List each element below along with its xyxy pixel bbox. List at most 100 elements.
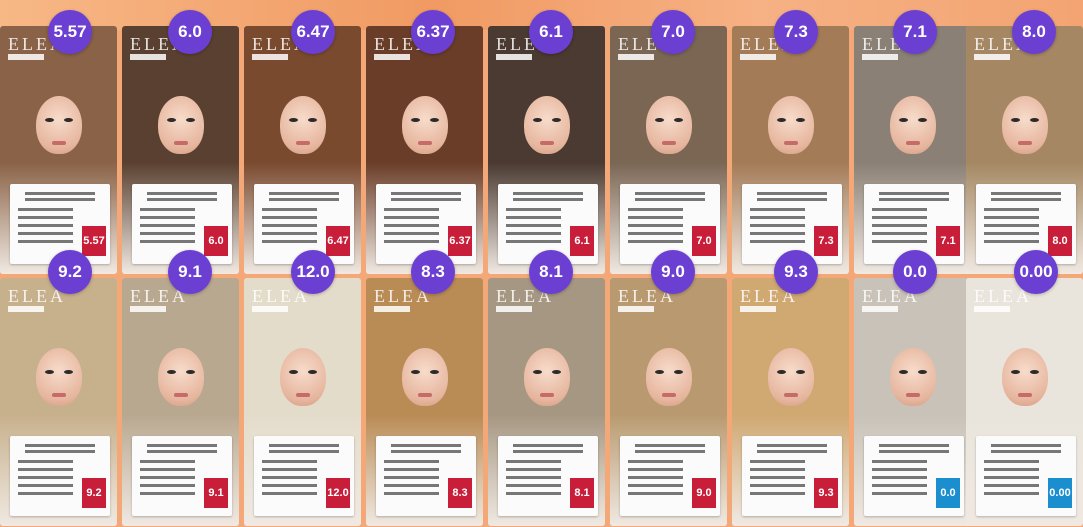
info-text-line [513,450,583,453]
shade-badge: 7.3 [774,10,818,54]
model-eye [898,370,908,374]
info-text-line [384,216,439,219]
info-text-line [635,450,705,453]
brand-sublabel [740,54,776,60]
model-face [767,96,814,154]
shade-swatch: 12.0 [326,478,350,508]
brand-sublabel [862,306,898,312]
model-eye [532,370,542,374]
model-lips [783,141,798,145]
shade-badge: 6.0 [168,10,212,54]
shade-swatch: 7.3 [814,226,838,256]
info-text-line [269,444,339,447]
info-text-line [140,240,195,243]
shade-badge: 6.1 [529,10,573,54]
brand-sublabel [618,306,654,312]
product-box-12.0[interactable]: ELEA 12.0 [244,278,361,526]
info-text-line [25,444,95,447]
info-text-line [18,208,73,211]
product-box-8.1[interactable]: ELEA 8.1 [488,278,605,526]
shade-badge: 8.3 [411,250,455,294]
product-box-7.1[interactable]: ELEA 7.1 [854,26,971,274]
product-box-6.0[interactable]: ELEA 6.0 [122,26,239,274]
info-text-line [750,224,805,227]
model-eye [673,118,683,122]
info-text-line [391,198,461,201]
model-face [35,348,82,406]
model-eye [1010,370,1020,374]
model-lips [539,393,554,397]
shade-swatch: 6.37 [448,226,472,256]
shade-badge: 9.3 [774,250,818,294]
info-text-line [628,468,683,471]
shade-badge: 12.0 [291,250,335,294]
model-lips [539,141,554,145]
info-text-line [984,224,1039,227]
info-text-line [140,476,195,479]
product-box-7.0[interactable]: ELEA 7.0 [610,26,727,274]
info-text-line [750,460,805,463]
shade-swatch: 9.3 [814,478,838,508]
info-text-line [140,468,195,471]
model-eye [63,118,73,122]
shade-badge: 6.47 [291,10,335,54]
product-box-6.1[interactable]: ELEA 6.1 [488,26,605,274]
model-eye [288,370,298,374]
product-box-5.57[interactable]: ELEA 5.57 [0,26,117,274]
shade-badge: 9.0 [651,250,695,294]
product-box-0.00[interactable]: ELEA 0.00 [966,278,1083,526]
shade-swatch: 7.1 [936,226,960,256]
shade-swatch: 0.0 [936,478,960,508]
shade-badge: 8.0 [1012,10,1056,54]
product-box-8.3[interactable]: ELEA 8.3 [366,278,483,526]
model-lips [1017,141,1032,145]
model-lips [661,141,676,145]
product-box-9.2[interactable]: ELEA 9.2 [0,278,117,526]
info-text-line [984,476,1039,479]
info-text-line [513,192,583,195]
brand-sublabel [374,306,410,312]
shade-badge: 7.0 [651,10,695,54]
info-text-line [506,232,561,235]
model-lips [173,141,188,145]
info-text-line [628,240,683,243]
info-text-line [984,460,1039,463]
model-eye [429,118,439,122]
info-text-line [140,492,195,495]
shade-swatch: 6.47 [326,226,350,256]
info-text-line [140,232,195,235]
brand-sublabel [974,306,1010,312]
model-face [401,348,448,406]
product-info-card: 9.2 [10,436,110,516]
info-text-line [872,216,927,219]
model-face [279,348,326,406]
model-lips [295,393,310,397]
product-box-0.0[interactable]: ELEA 0.0 [854,278,971,526]
info-text-line [984,232,1039,235]
info-text-line [384,484,439,487]
info-text-line [506,492,561,495]
model-eye [185,370,195,374]
info-text-line [269,450,339,453]
info-text-line [872,476,927,479]
brand-sublabel [252,306,288,312]
product-box-7.3[interactable]: ELEA 7.3 [732,26,849,274]
model-eye [63,370,73,374]
info-text-line [872,492,927,495]
product-box-9.3[interactable]: ELEA 9.3 [732,278,849,526]
info-text-line [147,444,217,447]
info-text-line [147,192,217,195]
product-box-9.1[interactable]: ELEA 9.1 [122,278,239,526]
info-text-line [879,192,949,195]
model-eye [654,370,664,374]
info-text-line [140,216,195,219]
info-text-line [18,224,73,227]
info-text-line [506,224,561,227]
product-box-8.0[interactable]: ELEA 8.0 [966,26,1083,274]
product-box-6.37[interactable]: ELEA 6.37 [366,26,483,274]
info-text-line [391,450,461,453]
product-info-card: 0.00 [976,436,1076,516]
product-box-6.47[interactable]: ELEA 6.47 [244,26,361,274]
info-text-line [384,492,439,495]
product-box-9.0[interactable]: ELEA 9.0 [610,278,727,526]
